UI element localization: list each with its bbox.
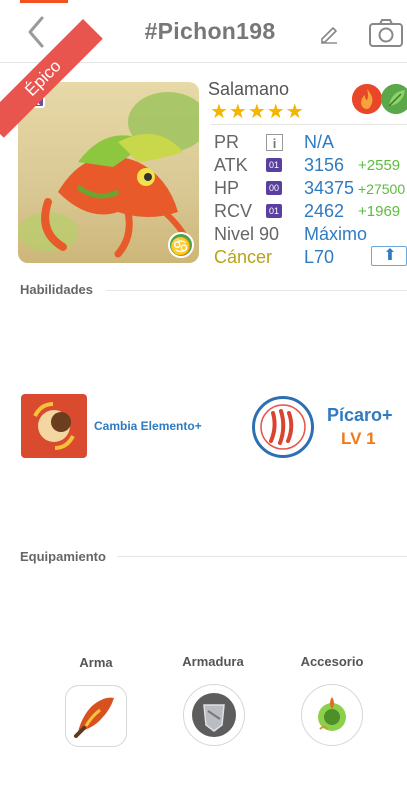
habilidades-divider [106, 290, 407, 291]
skill-2-name[interactable]: Pícaro+ [327, 405, 393, 426]
skill-2-level: LV 1 [341, 429, 376, 448]
info-icon[interactable]: i [266, 134, 283, 151]
atk-badge: 01 [266, 158, 282, 172]
grass-element-icon [381, 84, 407, 114]
armadura-label: Armadura [182, 654, 244, 669]
hp-bonus: +27500 [358, 181, 406, 197]
sign-label: Cáncer [214, 247, 273, 267]
accessory-icon [318, 697, 346, 731]
monster-name: Salamano [208, 79, 290, 99]
claw-skill-icon[interactable] [252, 396, 314, 458]
level-value: Máximo [304, 224, 368, 244]
accesorio-label: Accesorio [300, 654, 364, 669]
change-element-skill-icon[interactable] [21, 394, 87, 458]
hp-value: 34375 [304, 178, 355, 198]
rcv-value: 2462 [304, 201, 345, 221]
edit-icon[interactable] [318, 22, 340, 44]
pr-value: N/A [304, 132, 335, 152]
rcv-label: RCV [214, 201, 253, 221]
equipamiento-divider [117, 556, 407, 557]
atk-label: ATK [214, 155, 248, 175]
level-up-button[interactable]: ⬆ [371, 246, 407, 266]
section-habilidades: Habilidades [20, 282, 93, 297]
atk-value: 3156 [304, 155, 345, 175]
stats-divider [210, 124, 407, 125]
atk-bonus: +2559 [358, 157, 401, 174]
arrow-up-icon: ⬆ [383, 247, 397, 264]
camera-icon[interactable] [368, 18, 404, 48]
pr-label: PR [214, 132, 240, 152]
back-icon[interactable] [22, 14, 52, 50]
skill-1-name[interactable]: Cambia Elemento+ [94, 419, 202, 433]
rcv-bonus: +1969 [358, 203, 401, 220]
armadura-slot[interactable] [183, 684, 245, 746]
star-rating: ★★★★★ [210, 101, 305, 123]
top-accent [20, 0, 68, 3]
rcv-badge: 01 [266, 204, 282, 218]
section-equipamiento: Equipamiento [20, 549, 106, 564]
armor-icon [192, 693, 236, 737]
accesorio-slot[interactable] [301, 684, 363, 746]
zodiac-icon: ♋ [168, 232, 194, 258]
sign-value: L70 [304, 247, 335, 267]
arma-slot[interactable] [65, 685, 127, 747]
level-label: Nivel 90 [214, 224, 280, 244]
fire-element-icon [352, 84, 382, 114]
weapon-icon [74, 697, 114, 738]
hp-badge: 00 [266, 181, 282, 195]
page-title: #Pichon198 [144, 18, 276, 44]
hp-label: HP [214, 178, 240, 198]
arma-label: Arma [79, 655, 113, 670]
